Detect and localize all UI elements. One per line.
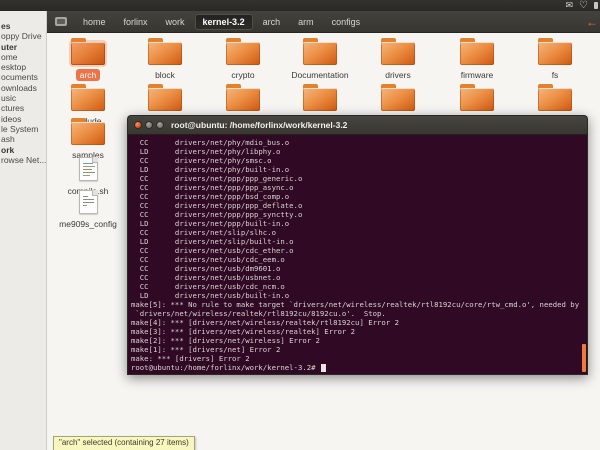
crumb-work[interactable]: work (158, 14, 193, 30)
folder-icon (538, 84, 572, 111)
terminal-titlebar[interactable]: root@ubuntu: /home/forlinx/work/kernel-3… (127, 115, 588, 135)
sidebar-item-pictures[interactable]: ctures (0, 103, 46, 113)
sidebar-item-desktop[interactable]: esktop (0, 62, 46, 72)
crumb-arm[interactable]: arm (290, 14, 322, 30)
file-label: arch (75, 69, 101, 81)
sidebar-item-downloads[interactable]: ownloads (0, 83, 46, 93)
folder-icon (226, 38, 260, 65)
envelope-icon[interactable]: ✉ (565, 1, 573, 10)
file-label: me909s_config (59, 219, 117, 229)
breadcrumb: home forlinx work kernel-3.2 arch arm co… (47, 11, 600, 33)
file-label: drivers (385, 70, 411, 80)
places-list: es oppy Drive uter ome esktop ocuments o… (0, 21, 46, 165)
terminal-cursor (320, 363, 326, 372)
pathbar-scroll-left-icon[interactable]: ← (586, 15, 598, 29)
folder-icon (460, 38, 494, 65)
top-panel: ✉ ♡ (0, 0, 600, 11)
crumb-configs[interactable]: configs (324, 14, 369, 30)
folder-icon (538, 38, 572, 65)
terminal-window: root@ubuntu: /home/forlinx/work/kernel-3… (127, 115, 588, 375)
minimize-button[interactable] (145, 121, 153, 129)
script-file-icon (78, 157, 98, 181)
folder-icon (71, 84, 105, 111)
folder-icon (303, 38, 337, 65)
sidebar-section-network: ork (1, 144, 15, 155)
sidebar-item-browse-network[interactable]: rowse Net... (0, 155, 46, 165)
file-item-firmware[interactable]: firmware (442, 38, 512, 81)
crumb-home[interactable]: home (75, 14, 114, 30)
folder-icon (148, 38, 182, 65)
file-item-crypto[interactable]: crypto (208, 38, 278, 81)
file-item-me909s-config[interactable]: me909s_config (53, 188, 123, 230)
sidebar-item-floppy-drive[interactable]: oppy Drive (0, 31, 46, 41)
folder-icon (71, 38, 105, 65)
indicator-area: ✉ ♡ (565, 0, 598, 11)
sidebar-item-trash[interactable]: ash (0, 134, 46, 144)
folder-icon (71, 118, 105, 145)
terminal-prompt-line: root@ubuntu:/home/forlinx/work/kernel-3.… (131, 363, 587, 372)
sidebar-item-videos[interactable]: ideos (0, 114, 46, 124)
sidebar-section-devices: es (1, 21, 11, 31)
file-item-block[interactable]: block (130, 38, 200, 81)
crumb-forlinx[interactable]: forlinx (116, 14, 156, 30)
text-file-icon (78, 190, 98, 214)
folder-icon (381, 38, 415, 65)
folder-icon (381, 84, 415, 111)
selection-status-tooltip: "arch" selected (containing 27 items) (53, 436, 195, 450)
sidebar-item-documents[interactable]: ocuments (0, 72, 46, 82)
places-sidebar: es oppy Drive uter ome esktop ocuments o… (0, 11, 47, 450)
crumb-arch[interactable]: arch (255, 14, 289, 30)
heart-icon[interactable]: ♡ (579, 0, 588, 11)
maximize-button[interactable] (156, 121, 164, 129)
file-label: fs (551, 70, 559, 80)
terminal-output: CC drivers/net/phy/mdio_bus.o LD drivers… (131, 138, 580, 363)
terminal-scrollbar-thumb[interactable] (582, 344, 586, 372)
sidebar-section-computer: uter (1, 41, 18, 52)
file-label: block (155, 70, 175, 80)
file-item-documentation[interactable]: Documentation (285, 38, 355, 81)
file-item-drivers[interactable]: drivers (363, 38, 433, 81)
folder-icon (460, 84, 494, 111)
cropped-indicator-icon[interactable] (594, 2, 598, 9)
file-label: crypto (231, 70, 255, 80)
sidebar-item-file-system[interactable]: le System (0, 124, 46, 134)
file-label: firmware (460, 70, 494, 80)
close-button[interactable] (134, 121, 142, 129)
window-buttons (134, 121, 164, 129)
sidebar-item-home[interactable]: ome (0, 52, 46, 62)
computer-icon[interactable] (55, 17, 67, 26)
folder-icon (148, 84, 182, 111)
crumb-kernel-3-2-active[interactable]: kernel-3.2 (194, 13, 253, 30)
terminal-prompt: root@ubuntu:/home/forlinx/work/kernel-3.… (131, 363, 320, 372)
folder-icon (226, 84, 260, 111)
file-item-fs[interactable]: fs (520, 38, 590, 81)
terminal-title: root@ubuntu: /home/forlinx/work/kernel-3… (171, 120, 348, 130)
file-label: Documentation (291, 70, 349, 80)
terminal-body[interactable]: CC drivers/net/phy/mdio_bus.o LD drivers… (127, 135, 588, 375)
folder-icon (303, 84, 337, 111)
file-item-arch[interactable]: arch (53, 38, 123, 81)
sidebar-item-music[interactable]: usic (0, 93, 46, 103)
